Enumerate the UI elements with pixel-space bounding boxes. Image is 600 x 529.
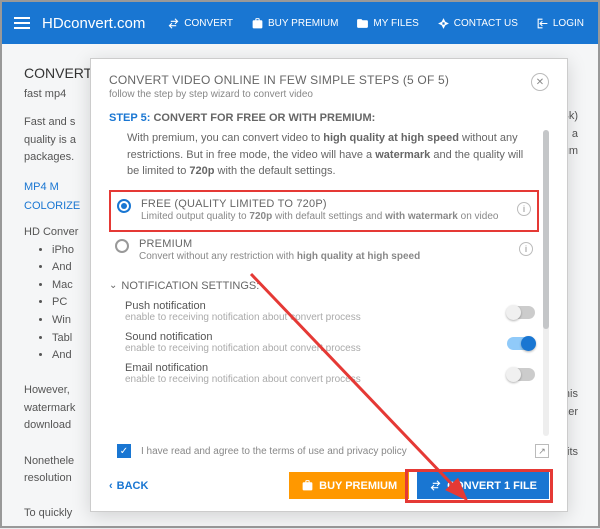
radio-premium[interactable] bbox=[115, 239, 129, 253]
toggle-sound[interactable] bbox=[507, 337, 535, 350]
toggle-push[interactable] bbox=[507, 306, 535, 319]
nav-buy-premium[interactable]: BUY PREMIUM bbox=[245, 13, 344, 34]
notif-sound: Sound notificationenable to receiving no… bbox=[109, 327, 539, 358]
nav-convert[interactable]: CONVERT bbox=[161, 13, 239, 34]
toggle-email[interactable] bbox=[507, 368, 535, 381]
modal-title: CONVERT VIDEO ONLINE IN FEW SIMPLE STEPS… bbox=[109, 73, 449, 87]
back-button[interactable]: ‹BACK bbox=[109, 480, 148, 492]
info-icon[interactable]: i bbox=[517, 202, 531, 216]
modal-subtitle: follow the step by step wizard to conver… bbox=[109, 89, 449, 100]
step-heading: STEP 5: CONVERT FOR FREE OR WITH PREMIUM… bbox=[109, 112, 549, 124]
option-free-title: FREE (QUALITY LIMITED TO 720P) bbox=[141, 198, 507, 210]
agree-row: ✓ I have read and agree to the terms of … bbox=[117, 444, 549, 458]
chevron-down-icon: ⌄ bbox=[109, 280, 117, 291]
modal-footer: ‹BACK BUY PREMIUM CONVERT 1 FILE bbox=[109, 464, 549, 499]
notification-settings-head[interactable]: ⌄ NOTIFICATION SETTINGS: bbox=[109, 280, 539, 292]
scrollbar[interactable] bbox=[543, 130, 549, 436]
convert-file-button[interactable]: CONVERT 1 FILE bbox=[417, 472, 549, 499]
agree-checkbox[interactable]: ✓ bbox=[117, 444, 131, 458]
radio-free[interactable] bbox=[117, 199, 131, 213]
agree-text: I have read and agree to the terms of us… bbox=[141, 446, 407, 457]
premium-description: With premium, you can convert video to h… bbox=[127, 130, 535, 180]
app-header: HDconvert.com CONVERT BUY PREMIUM MY FIL… bbox=[2, 2, 598, 44]
hamburger-icon[interactable] bbox=[10, 11, 34, 35]
option-free[interactable]: FREE (QUALITY LIMITED TO 720P) Limited o… bbox=[109, 190, 539, 232]
info-icon[interactable]: i bbox=[519, 242, 533, 256]
option-premium-title: PREMIUM bbox=[139, 238, 509, 250]
convert-wizard-modal: CONVERT VIDEO ONLINE IN FEW SIMPLE STEPS… bbox=[90, 58, 568, 512]
close-icon[interactable]: ✕ bbox=[531, 73, 549, 91]
notif-email: Email notificationenable to receiving no… bbox=[109, 358, 539, 389]
scrollbar-thumb[interactable] bbox=[543, 130, 549, 329]
nav-my-files[interactable]: MY FILES bbox=[350, 13, 424, 34]
top-nav: CONVERT BUY PREMIUM MY FILES CONTACT US … bbox=[161, 13, 590, 34]
option-premium-desc: Convert without any restriction with hig… bbox=[139, 250, 509, 264]
external-link-icon[interactable]: ↗ bbox=[535, 444, 549, 458]
chevron-left-icon: ‹ bbox=[109, 480, 113, 492]
nav-contact-us[interactable]: CONTACT US bbox=[431, 13, 524, 34]
nav-login[interactable]: LOGIN bbox=[530, 13, 590, 34]
modal-scroll-area: With premium, you can convert video to h… bbox=[109, 130, 549, 436]
option-free-desc: Limited output quality to 720p with defa… bbox=[141, 210, 507, 224]
buy-premium-button[interactable]: BUY PREMIUM bbox=[289, 472, 409, 499]
brand-title[interactable]: HDconvert.com bbox=[42, 15, 145, 32]
notif-push: Push notificationenable to receiving not… bbox=[109, 296, 539, 327]
option-premium[interactable]: PREMIUM Convert without any restriction … bbox=[109, 232, 539, 270]
